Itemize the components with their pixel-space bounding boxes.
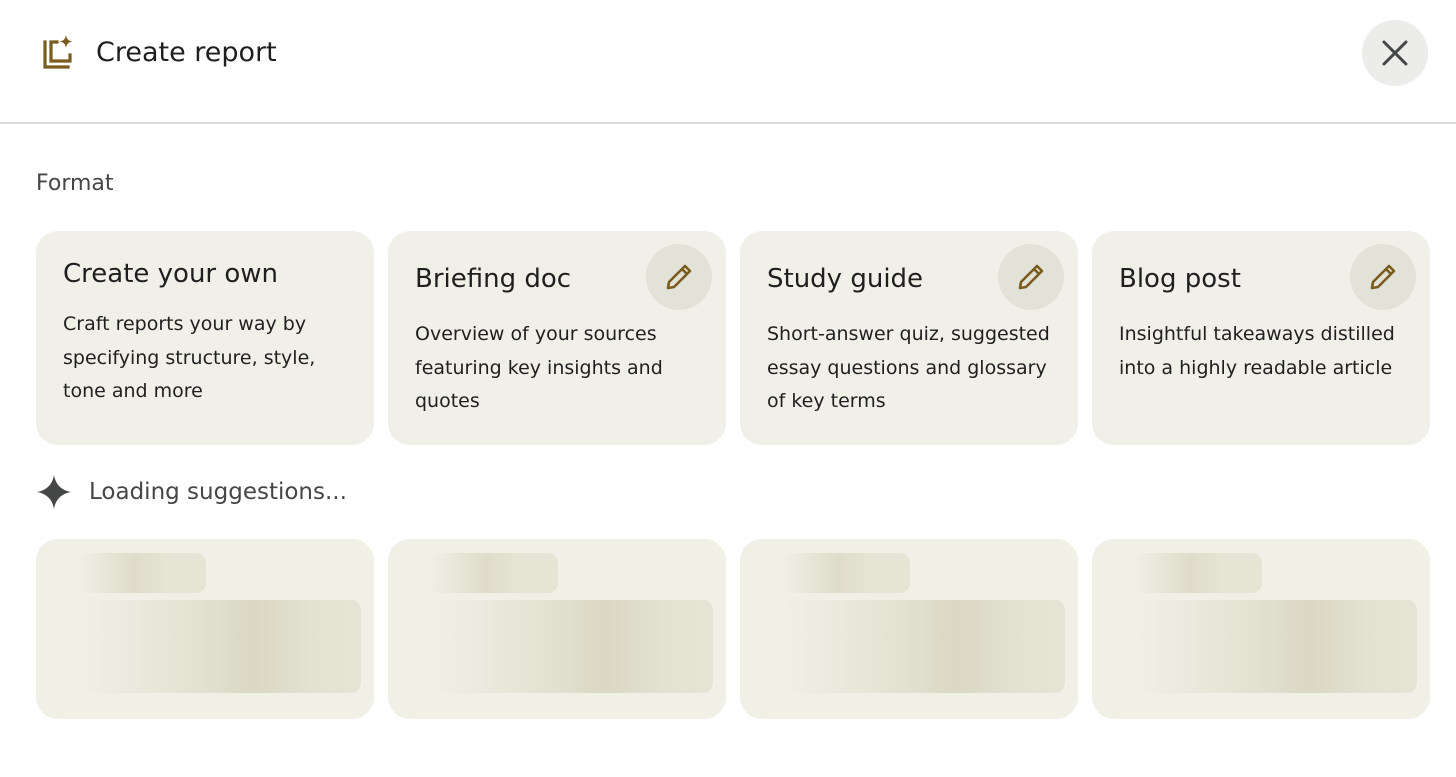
card-title: Study guide bbox=[767, 264, 924, 294]
dialog-header: Create report bbox=[0, 0, 1456, 124]
pencil-icon bbox=[1018, 264, 1044, 290]
suggestion-placeholder-card bbox=[740, 539, 1078, 719]
skeleton-title-line bbox=[76, 553, 206, 593]
edit-button[interactable] bbox=[998, 244, 1064, 310]
skeleton-title-line bbox=[780, 553, 910, 593]
skeleton-body-block bbox=[428, 600, 713, 693]
pencil-icon bbox=[666, 264, 692, 290]
format-card-study-guide[interactable]: Study guide Short-answer quiz, suggested… bbox=[740, 231, 1078, 445]
dialog-title: Create report bbox=[96, 37, 277, 68]
skeleton-body-block bbox=[1132, 600, 1417, 693]
skeleton-title-line bbox=[1132, 553, 1262, 593]
close-icon bbox=[1382, 40, 1408, 66]
card-description: Craft reports your way by specifying str… bbox=[63, 313, 316, 402]
loading-text: Loading suggestions... bbox=[89, 479, 347, 505]
edit-button[interactable] bbox=[646, 244, 712, 310]
card-title: Create your own bbox=[63, 259, 279, 289]
card-title: Blog post bbox=[1119, 264, 1241, 294]
suggestion-placeholder-card bbox=[36, 539, 374, 719]
card-description: Overview of your sources featuring key i… bbox=[415, 323, 663, 412]
suggestion-placeholder-card bbox=[388, 539, 726, 719]
format-label: Format bbox=[36, 171, 114, 196]
card-description: Insightful takeaways distilled into a hi… bbox=[1119, 323, 1395, 379]
format-card-create-your-own[interactable]: Create your own Craft reports your way b… bbox=[36, 231, 374, 445]
format-card-briefing-doc[interactable]: Briefing doc Overview of your sources fe… bbox=[388, 231, 726, 445]
card-title: Briefing doc bbox=[415, 264, 572, 294]
skeleton-title-line bbox=[428, 553, 558, 593]
pencil-icon bbox=[1370, 264, 1396, 290]
close-button[interactable] bbox=[1362, 20, 1428, 86]
suggestion-placeholder-card bbox=[1092, 539, 1430, 719]
report-sparkle-icon bbox=[43, 35, 73, 69]
format-card-blog-post[interactable]: Blog post Insightful takeaways distilled… bbox=[1092, 231, 1430, 445]
edit-button[interactable] bbox=[1350, 244, 1416, 310]
sparkle-icon bbox=[37, 475, 71, 509]
card-description: Short-answer quiz, suggested essay quest… bbox=[767, 323, 1050, 412]
skeleton-body-block bbox=[76, 600, 361, 693]
skeleton-body-block bbox=[780, 600, 1065, 693]
